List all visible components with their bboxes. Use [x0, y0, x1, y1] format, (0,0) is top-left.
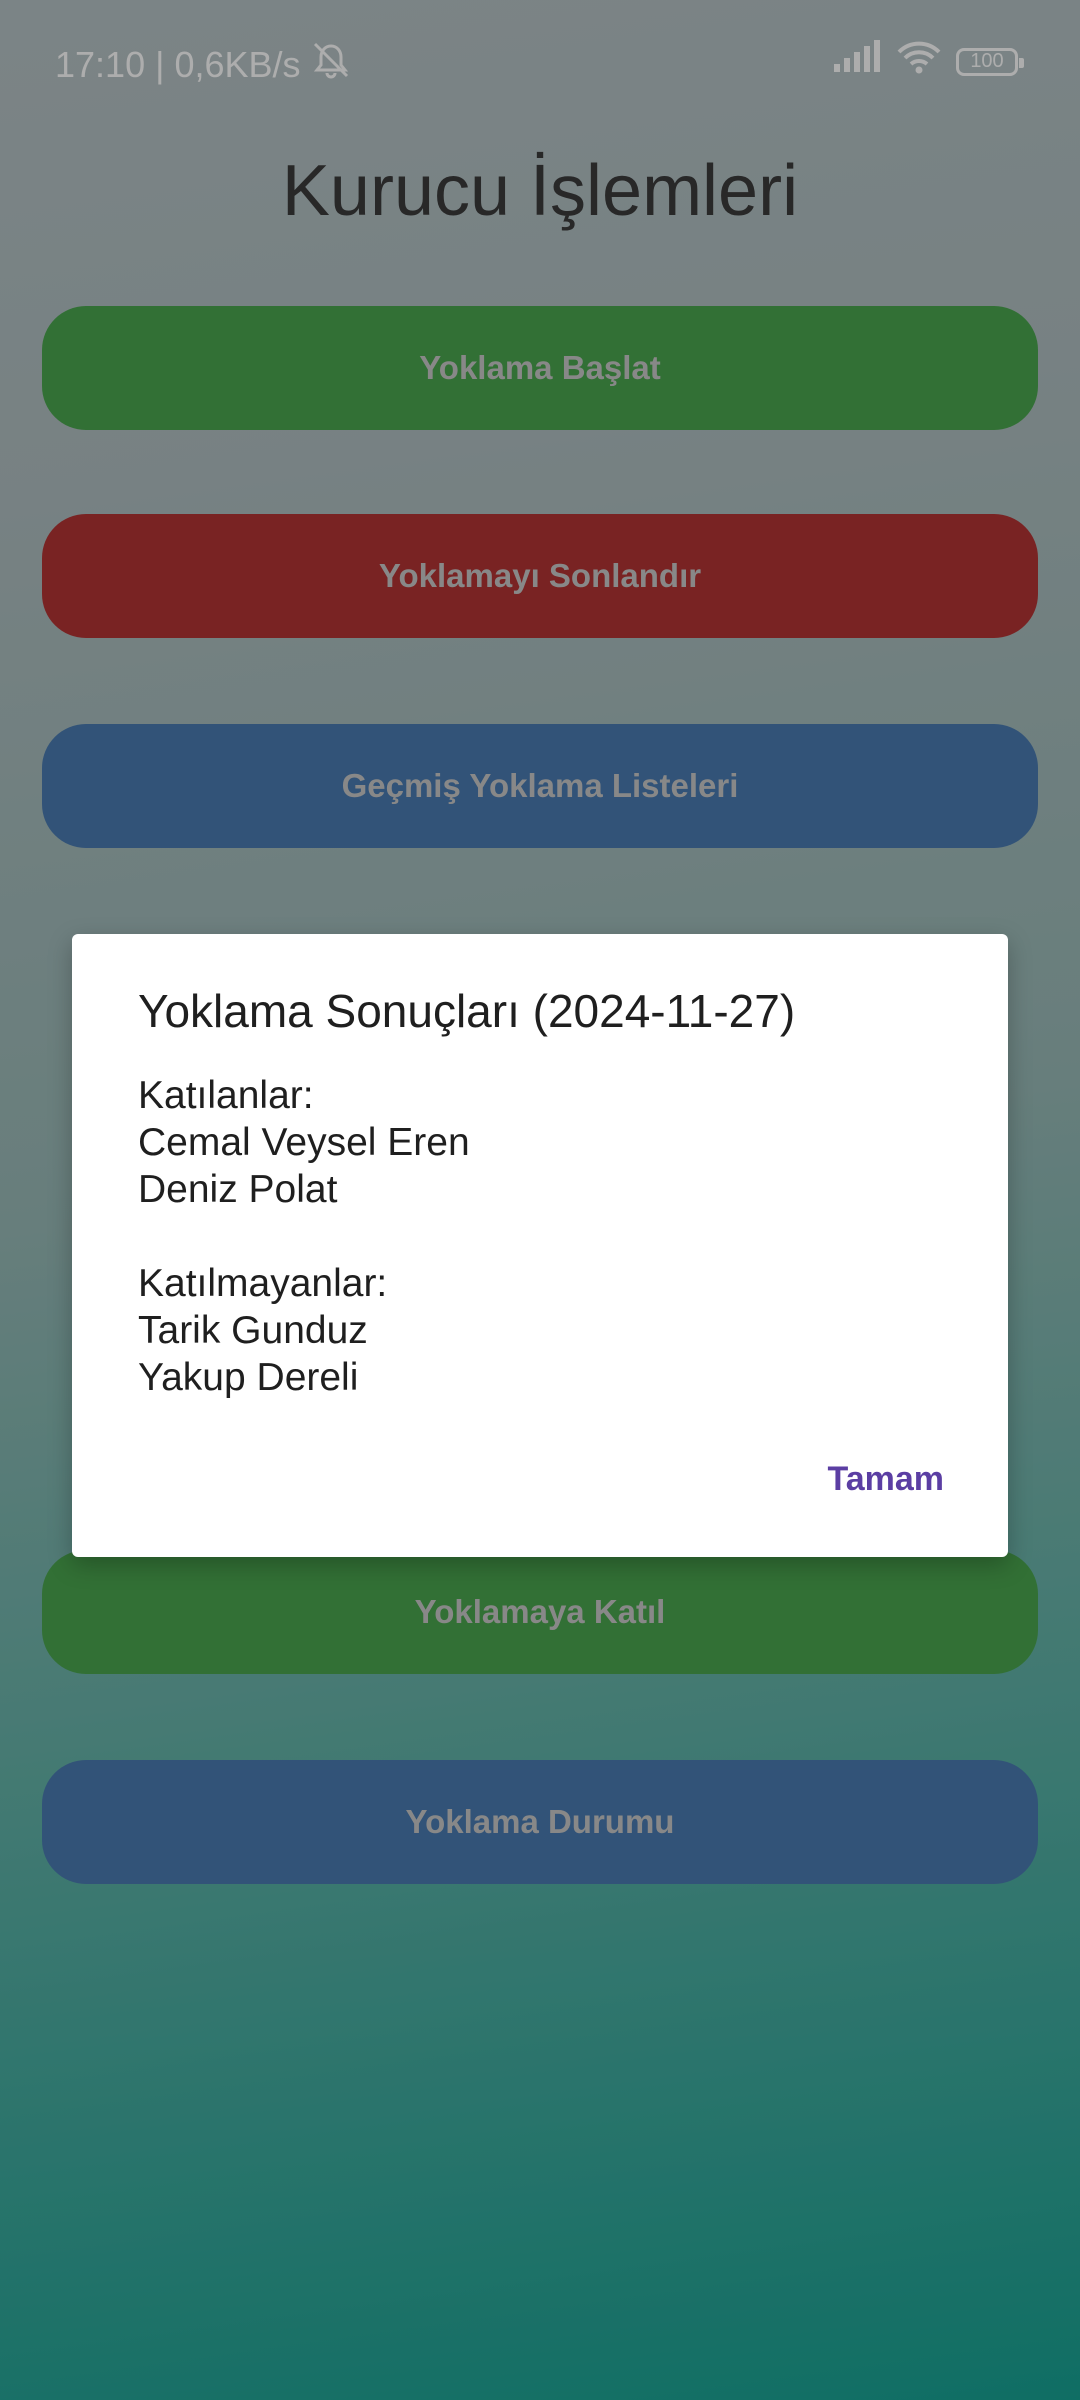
- dialog-title: Yoklama Sonuçları (2024-11-27): [138, 985, 796, 1037]
- attended-name: Deniz Polat: [138, 1168, 338, 1211]
- attended-name: Cemal Veysel Eren: [138, 1121, 470, 1164]
- attended-label: Katılanlar:: [138, 1074, 314, 1117]
- absent-name: Tarik Gunduz: [138, 1309, 368, 1352]
- ok-button[interactable]: Tamam: [827, 1460, 944, 1499]
- dialog-body: Katılanlar: Cemal Veysel Eren Deniz Pola…: [138, 1072, 470, 1401]
- attendance-results-dialog: Yoklama Sonuçları (2024-11-27) Katılanla…: [72, 934, 1008, 1557]
- absent-name: Yakup Dereli: [138, 1356, 359, 1399]
- absent-label: Katılmayanlar:: [138, 1262, 388, 1305]
